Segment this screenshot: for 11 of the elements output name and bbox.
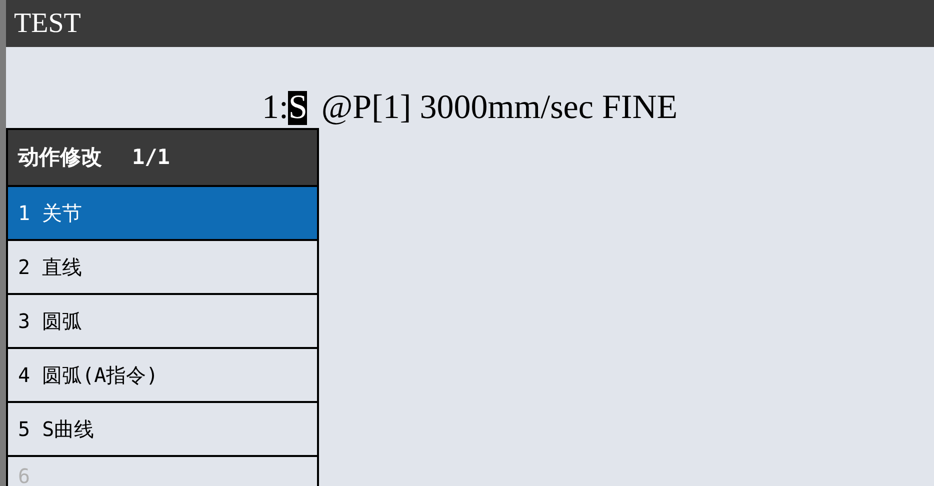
- menu-title: 动作修改: [18, 144, 102, 171]
- motion-instruction: @P[1] 3000mm/sec FINE: [321, 91, 678, 125]
- text-cursor: S: [288, 91, 308, 125]
- menu-item[interactable]: 1 关节: [8, 185, 317, 239]
- menu-item[interactable]: 3 圆弧: [8, 293, 317, 347]
- menu-item[interactable]: 4 圆弧(A指令): [8, 347, 317, 401]
- menu-item[interactable]: 2 直线: [8, 239, 317, 293]
- window-title: TEST: [14, 6, 81, 40]
- menu-item[interactable]: 5 S曲线: [8, 401, 317, 455]
- page-indicator: 1/1: [132, 144, 170, 171]
- line-number: 1:: [262, 91, 288, 125]
